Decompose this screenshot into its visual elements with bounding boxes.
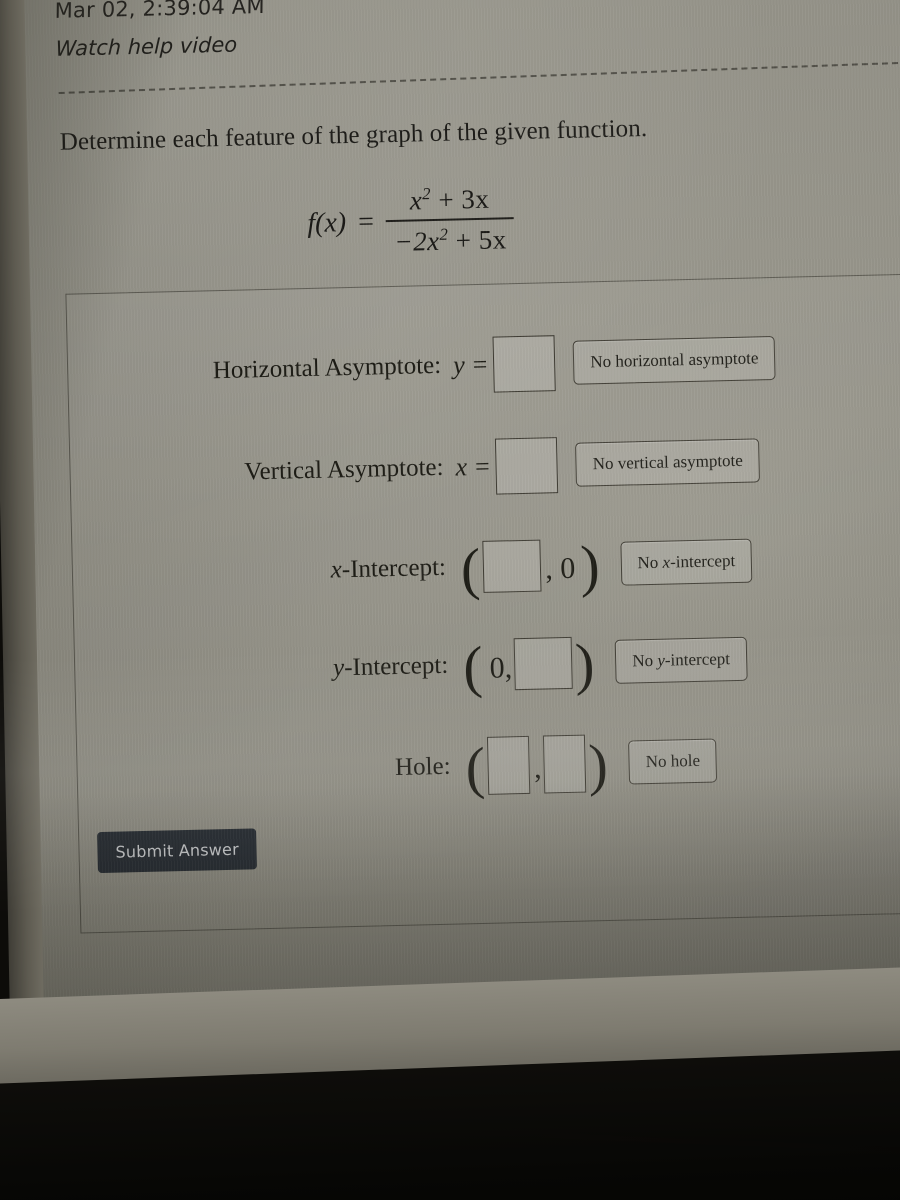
close-paren: ): [579, 532, 601, 599]
hole-separator: ,: [533, 751, 542, 785]
watch-help-video-link[interactable]: Watch help video: [55, 33, 237, 61]
button-no-x-intercept[interactable]: No x-intercept: [620, 538, 753, 586]
row-y-intercept: y-Intercept: ( 0, ) No y-intercept: [75, 627, 900, 700]
laptop-screen: Mar 02, 2:39:04 AM Watch help video Dete…: [6, 0, 900, 1022]
row-x-intercept: x-Intercept: ( , 0 ) No x-intercept: [72, 529, 900, 602]
row-horizontal-asymptote: Horizontal Asymptote: y = No horizontal …: [68, 325, 900, 402]
open-paren: (: [464, 734, 486, 801]
input-horizontal-asymptote[interactable]: [492, 335, 557, 393]
close-paren: ): [587, 731, 609, 798]
input-hole-y[interactable]: [542, 734, 587, 794]
submit-answer-button[interactable]: Submit Answer: [97, 828, 258, 874]
label-hole: Hole:: [394, 752, 451, 782]
formula-numerator: x2 + 3x: [409, 183, 490, 216]
answer-card: Horizontal Asymptote: y = No horizontal …: [65, 272, 900, 934]
label-vertical-asymptote: Vertical Asymptote:: [244, 453, 444, 486]
label-y-intercept: y-Intercept:: [332, 651, 449, 682]
input-y-intercept[interactable]: [513, 636, 573, 691]
button-no-hole[interactable]: No hole: [628, 738, 718, 785]
equals-sign: =: [474, 451, 491, 482]
input-x-intercept[interactable]: [482, 539, 542, 593]
y-intercept-head: 0,: [489, 651, 513, 685]
variable-y: y: [452, 350, 466, 380]
formula-fraction: x2 + 3x −2x2 + 5x: [385, 182, 515, 258]
formula-equals: =: [357, 205, 375, 238]
row-hole: Hole: ( , ) No hole: [77, 725, 900, 804]
label-horizontal-asymptote: Horizontal Asymptote:: [212, 351, 442, 385]
input-vertical-asymptote[interactable]: [495, 437, 559, 495]
button-no-y-intercept[interactable]: No y-intercept: [614, 636, 748, 684]
function-formula: f(x) = x2 + 3x −2x2 + 5x: [45, 172, 900, 266]
close-paren: ): [574, 631, 596, 697]
button-no-vertical-asymptote[interactable]: No vertical asymptote: [575, 438, 761, 487]
open-paren: (: [462, 633, 484, 700]
x-intercept-tail: , 0: [544, 551, 576, 586]
formula-lhs: f(x): [306, 206, 347, 239]
open-paren: (: [460, 535, 482, 602]
question-prompt: Determine each feature of the graph of t…: [59, 114, 648, 156]
label-x-intercept: x-Intercept:: [330, 553, 447, 584]
row-vertical-asymptote: Vertical Asymptote: x = No vertical asym…: [70, 427, 900, 504]
variable-x: x: [455, 452, 468, 482]
button-no-horizontal-asymptote[interactable]: No horizontal asymptote: [572, 335, 776, 385]
input-hole-x[interactable]: [487, 735, 531, 795]
equals-sign: =: [472, 349, 488, 380]
assignment-page: Mar 02, 2:39:04 AM Watch help video Dete…: [40, 0, 900, 934]
formula-denominator: −2x2 + 5x: [394, 224, 508, 257]
photo-of-laptop-screen: Mar 02, 2:39:04 AM Watch help video Dete…: [0, 0, 900, 1200]
